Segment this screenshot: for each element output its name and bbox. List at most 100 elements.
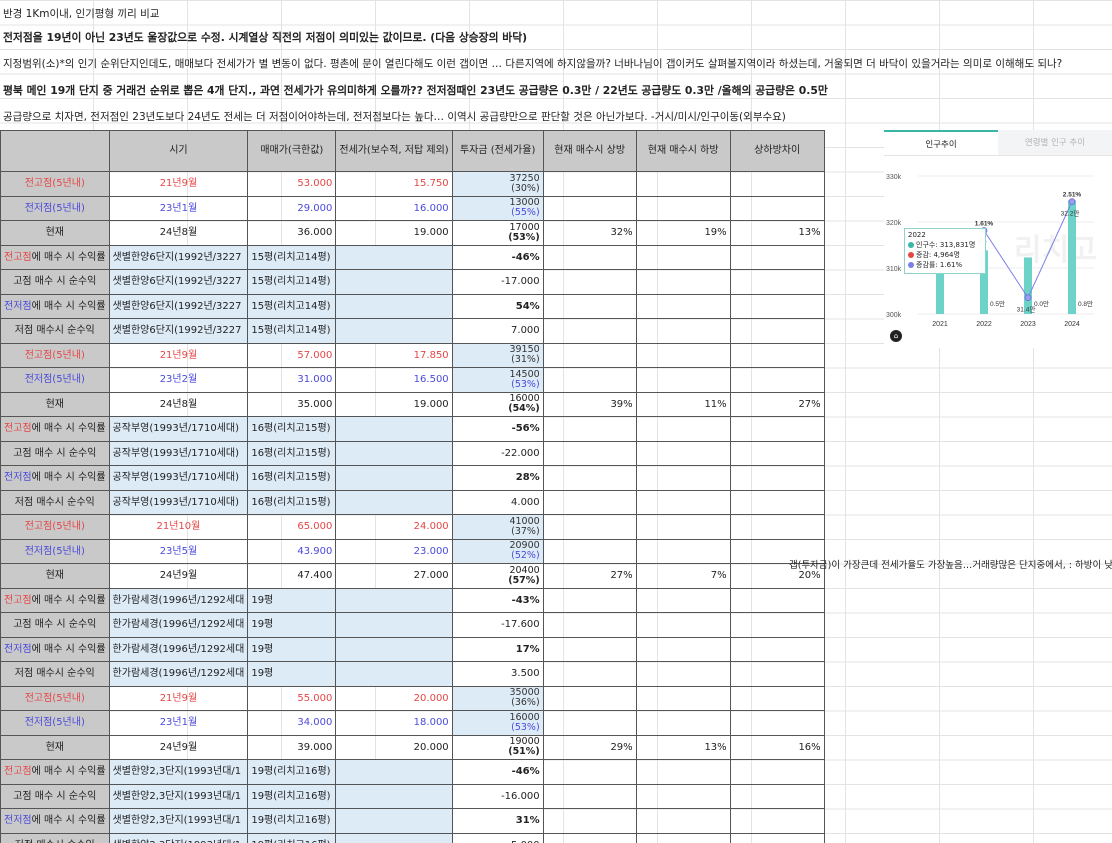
result-cell[interactable]: 7.000 bbox=[451, 318, 544, 344]
empty-cell[interactable] bbox=[335, 661, 453, 687]
jeonse-price-cell[interactable]: 16.500 bbox=[335, 367, 453, 393]
period-cell[interactable]: 21년10월 bbox=[108, 514, 249, 540]
empty-cell[interactable] bbox=[729, 612, 825, 638]
empty-cell[interactable] bbox=[542, 269, 637, 295]
downside-cell[interactable]: 19% bbox=[635, 220, 731, 246]
empty-cell[interactable] bbox=[542, 318, 637, 344]
result-cell[interactable]: 4.000 bbox=[451, 489, 544, 515]
empty-cell[interactable] bbox=[729, 783, 825, 809]
upside-cell[interactable] bbox=[542, 195, 637, 221]
row-label-cell[interactable]: 현재 bbox=[0, 563, 110, 589]
downside-cell[interactable] bbox=[635, 538, 731, 564]
sale-price-cell[interactable]: 57.000 bbox=[247, 342, 337, 368]
investment-cell[interactable]: 16000 (54%) bbox=[451, 391, 544, 417]
empty-cell[interactable] bbox=[635, 269, 731, 295]
result-cell[interactable]: -43% bbox=[451, 587, 544, 613]
result-cell[interactable]: 31% bbox=[451, 808, 544, 834]
investment-cell[interactable]: 37250 (30%) bbox=[451, 171, 544, 197]
unit-size-cell[interactable]: 16평(리치고15평) bbox=[247, 416, 337, 442]
empty-cell[interactable] bbox=[729, 269, 825, 295]
jeonse-price-cell[interactable]: 19.000 bbox=[335, 220, 453, 246]
result-cell[interactable]: -56% bbox=[451, 416, 544, 442]
header-cell[interactable]: 현재 매수시 상방 bbox=[542, 130, 637, 172]
empty-cell[interactable] bbox=[729, 416, 825, 442]
investment-cell[interactable]: 13000 (55%) bbox=[451, 195, 544, 221]
complex-name-cell[interactable]: 샛별한양2,3단지(1993년대/1 bbox=[108, 832, 249, 843]
tab-age-population-trend[interactable]: 연령별 인구 추이 bbox=[998, 130, 1112, 155]
row-label-cell[interactable]: 전저점(5년내) bbox=[0, 367, 110, 393]
sale-price-cell[interactable]: 35.000 bbox=[247, 391, 337, 417]
result-cell[interactable]: 17% bbox=[451, 636, 544, 662]
spread-cell[interactable] bbox=[729, 710, 825, 736]
row-label-cell[interactable]: 전고점에 매수 시 수익률 bbox=[0, 587, 110, 613]
complex-name-cell[interactable]: 한가람세경(1996년/1292세대 bbox=[108, 636, 249, 662]
period-cell[interactable]: 24년8월 bbox=[108, 220, 249, 246]
downside-cell[interactable] bbox=[635, 195, 731, 221]
empty-cell[interactable] bbox=[542, 440, 637, 466]
result-cell[interactable]: 28% bbox=[451, 465, 544, 491]
empty-cell[interactable] bbox=[335, 269, 453, 295]
spread-cell[interactable] bbox=[729, 171, 825, 197]
complex-name-cell[interactable]: 한가람세경(1996년/1292세대 bbox=[108, 612, 249, 638]
upside-cell[interactable] bbox=[542, 342, 637, 368]
jeonse-price-cell[interactable]: 15.750 bbox=[335, 171, 453, 197]
empty-cell[interactable] bbox=[729, 808, 825, 834]
period-cell[interactable]: 24년9월 bbox=[108, 734, 249, 760]
empty-cell[interactable] bbox=[335, 465, 453, 491]
jeonse-price-cell[interactable]: 17.850 bbox=[335, 342, 453, 368]
empty-cell[interactable] bbox=[335, 293, 453, 319]
row-label-cell[interactable]: 전저점에 매수 시 수익률 bbox=[0, 465, 110, 491]
row-label-cell[interactable]: 전저점에 매수 시 수익률 bbox=[0, 293, 110, 319]
investment-cell[interactable]: 41000 (37%) bbox=[451, 514, 544, 540]
empty-cell[interactable] bbox=[635, 416, 731, 442]
unit-size-cell[interactable]: 19평(리치고16평) bbox=[247, 832, 337, 843]
sale-price-cell[interactable]: 39.000 bbox=[247, 734, 337, 760]
spread-cell[interactable]: 27% bbox=[729, 391, 825, 417]
row-label-cell[interactable]: 전고점에 매수 시 수익률 bbox=[0, 244, 110, 270]
result-cell[interactable]: 54% bbox=[451, 293, 544, 319]
period-cell[interactable]: 21년9월 bbox=[108, 171, 249, 197]
jeonse-price-cell[interactable]: 20.000 bbox=[335, 685, 453, 711]
downside-cell[interactable] bbox=[635, 367, 731, 393]
unit-size-cell[interactable]: 19평(리치고16평) bbox=[247, 808, 337, 834]
complex-name-cell[interactable]: 샛별한양6단지(1992년/3227 bbox=[108, 244, 249, 270]
unit-size-cell[interactable]: 16평(리치고15평) bbox=[247, 465, 337, 491]
row-label-cell[interactable]: 전고점에 매수 시 수익률 bbox=[0, 759, 110, 785]
row-label-cell[interactable]: 전저점(5년내) bbox=[0, 538, 110, 564]
empty-cell[interactable] bbox=[729, 244, 825, 270]
header-cell[interactable] bbox=[0, 130, 110, 172]
empty-cell[interactable] bbox=[729, 661, 825, 687]
downside-cell[interactable] bbox=[635, 514, 731, 540]
complex-name-cell[interactable]: 샛별한양2,3단지(1993년대/1 bbox=[108, 808, 249, 834]
row-label-cell[interactable]: 고점 매수 시 순수익 bbox=[0, 440, 110, 466]
period-cell[interactable]: 23년1월 bbox=[108, 710, 249, 736]
empty-cell[interactable] bbox=[635, 244, 731, 270]
row-label-cell[interactable]: 현재 bbox=[0, 734, 110, 760]
side-note[interactable]: 갭(투자금)이 가장큰데 전세가율도 가장높음…거래량많은 단지중에서, : 하… bbox=[789, 560, 1112, 572]
empty-cell[interactable] bbox=[635, 783, 731, 809]
downside-cell[interactable] bbox=[635, 342, 731, 368]
investment-cell[interactable]: 19000 (51%) bbox=[451, 734, 544, 760]
empty-cell[interactable] bbox=[635, 759, 731, 785]
header-cell[interactable]: 현재 매수시 하방 bbox=[635, 130, 731, 172]
empty-cell[interactable] bbox=[635, 293, 731, 319]
empty-cell[interactable] bbox=[335, 832, 453, 843]
investment-cell[interactable]: 17000 (53%) bbox=[451, 220, 544, 246]
spread-cell[interactable]: 16% bbox=[729, 734, 825, 760]
row-label-cell[interactable]: 전고점에 매수 시 수익률 bbox=[0, 416, 110, 442]
complex-name-cell[interactable]: 샛별한양2,3단지(1993년대/1 bbox=[108, 783, 249, 809]
header-cell[interactable]: 시기 bbox=[108, 130, 249, 172]
empty-cell[interactable] bbox=[635, 489, 731, 515]
empty-cell[interactable] bbox=[729, 489, 825, 515]
complex-name-cell[interactable]: 한가람세경(1996년/1292세대 bbox=[108, 661, 249, 687]
row-label-cell[interactable]: 현재 bbox=[0, 220, 110, 246]
spread-cell[interactable] bbox=[729, 342, 825, 368]
complex-name-cell[interactable]: 공작부영(1993년/1710세대) bbox=[108, 465, 249, 491]
empty-cell[interactable] bbox=[542, 759, 637, 785]
empty-cell[interactable] bbox=[729, 759, 825, 785]
sale-price-cell[interactable]: 47.400 bbox=[247, 563, 337, 589]
upside-cell[interactable] bbox=[542, 685, 637, 711]
row-label-cell[interactable]: 전고점(5년내) bbox=[0, 342, 110, 368]
upside-cell[interactable]: 27% bbox=[542, 563, 637, 589]
unit-size-cell[interactable]: 19평 bbox=[247, 587, 337, 613]
